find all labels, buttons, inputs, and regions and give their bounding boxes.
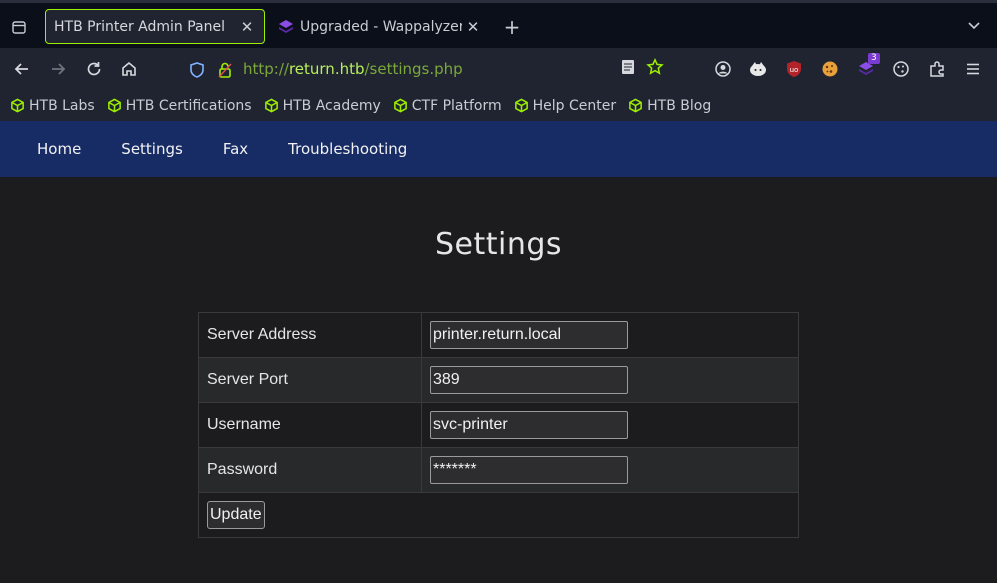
wappalyzer-icon — [279, 19, 293, 33]
page-title: Settings — [434, 227, 563, 262]
nav-link-settings[interactable]: Settings — [101, 140, 203, 158]
form-row: Server Address — [198, 312, 799, 358]
tracking-protection-shield-icon[interactable] — [188, 61, 206, 79]
bookmark-item[interactable]: HTB Labs — [10, 98, 95, 114]
wappalyzer-extension-icon[interactable]: 3 — [856, 53, 880, 79]
bookmark-star-icon[interactable] — [645, 57, 665, 77]
tab-strip: HTB Printer Admin Panel ✕ Upgraded - Wap… — [0, 0, 997, 48]
bookmark-item[interactable]: HTB Certifications — [107, 98, 252, 114]
bookmark-label: CTF Platform — [411, 97, 502, 114]
password-input[interactable] — [430, 456, 628, 484]
page-content: Settings Server AddressServer PortUserna… — [0, 177, 997, 583]
password-label: Password — [198, 447, 422, 493]
htb-cube-icon — [11, 98, 24, 113]
bookmark-item[interactable]: CTF Platform — [393, 98, 502, 114]
navigation-toolbar: http://return.htb/settings.php uo 3 — [0, 48, 997, 90]
tab-wappalyzer[interactable]: Upgraded - Wappalyzer ✕ — [272, 9, 490, 44]
server-port-input[interactable] — [430, 366, 628, 394]
form-row: Server Port — [198, 357, 799, 403]
tab-title: HTB Printer Admin Panel — [54, 18, 225, 35]
extension-badge: 3 — [868, 53, 880, 64]
server-address-label: Server Address — [198, 312, 422, 358]
username-input[interactable] — [430, 411, 628, 439]
new-tab-icon[interactable]: + — [500, 15, 524, 39]
server-port-label: Server Port — [198, 357, 422, 403]
forward-arrow-icon[interactable] — [46, 57, 70, 81]
bookmark-label: Help Center — [532, 97, 617, 114]
reader-view-icon[interactable] — [618, 57, 638, 77]
bookmark-label: HTB Certifications — [125, 97, 252, 114]
htb-cube-icon — [107, 98, 121, 113]
nav-link-fax[interactable]: Fax — [203, 140, 268, 158]
htb-cube-icon — [264, 98, 278, 113]
back-arrow-icon[interactable] — [10, 57, 34, 81]
list-all-tabs-icon[interactable] — [967, 17, 987, 37]
bookmark-label: HTB Labs — [29, 97, 95, 114]
ublock-origin-icon[interactable]: uo — [784, 59, 804, 79]
form-actions-cell: Update — [198, 492, 799, 538]
username-label: Username — [198, 402, 422, 448]
bookmark-item[interactable]: HTB Blog — [628, 98, 711, 114]
cookie-editor-icon[interactable] — [891, 59, 911, 79]
username-cell — [421, 402, 799, 448]
close-tab-icon[interactable]: ✕ — [462, 18, 484, 36]
form-row: Password — [198, 447, 799, 493]
tab-title: Upgraded - Wappalyzer — [300, 18, 462, 35]
server-address-input[interactable] — [430, 321, 628, 349]
bookmark-label: HTB Blog — [647, 97, 712, 114]
url-scheme: http:// — [243, 60, 289, 78]
htb-cube-icon — [393, 98, 407, 113]
form-actions-row: Update — [198, 492, 799, 538]
bookmark-item[interactable]: Help Center — [514, 97, 617, 114]
cookie-extension-icon[interactable] — [820, 59, 840, 79]
bookmarks-toolbar: HTB Labs HTB Certifications HTB Academy CTF… — [0, 90, 997, 121]
insecure-lock-icon[interactable] — [216, 61, 234, 79]
htb-cube-icon — [629, 98, 642, 113]
svg-text:uo: uo — [790, 66, 799, 74]
nav-link-home[interactable]: Home — [17, 140, 101, 158]
form-row: Username — [198, 402, 799, 448]
account-icon[interactable] — [713, 59, 733, 79]
url-text[interactable]: http://return.htb/settings.php — [243, 60, 463, 78]
close-tab-icon[interactable]: ✕ — [236, 18, 258, 36]
tab-overview-icon[interactable] — [0, 6, 38, 48]
password-cell — [421, 447, 799, 493]
foxyproxy-icon[interactable] — [748, 59, 768, 79]
site-navigation: Home Settings Fax Troubleshooting — [0, 121, 997, 177]
menu-hamburger-icon[interactable] — [963, 59, 983, 79]
home-icon[interactable] — [117, 57, 141, 81]
bookmark-label: HTB Academy — [282, 97, 381, 114]
server-address-cell — [421, 312, 799, 358]
update-button[interactable]: Update — [207, 501, 265, 529]
url-host: return.htb — [288, 60, 365, 78]
server-port-cell — [421, 357, 799, 403]
nav-link-troubleshooting[interactable]: Troubleshooting — [268, 140, 427, 158]
htb-cube-icon — [514, 98, 528, 113]
bookmark-item[interactable]: HTB Academy — [264, 98, 381, 114]
settings-form: Server AddressServer PortUsernamePasswor… — [198, 312, 799, 538]
tab-htb-printer-admin[interactable]: HTB Printer Admin Panel ✕ — [45, 9, 265, 44]
reload-icon[interactable] — [82, 57, 106, 81]
extensions-puzzle-icon[interactable] — [927, 59, 947, 79]
url-path: /settings.php — [364, 60, 463, 78]
